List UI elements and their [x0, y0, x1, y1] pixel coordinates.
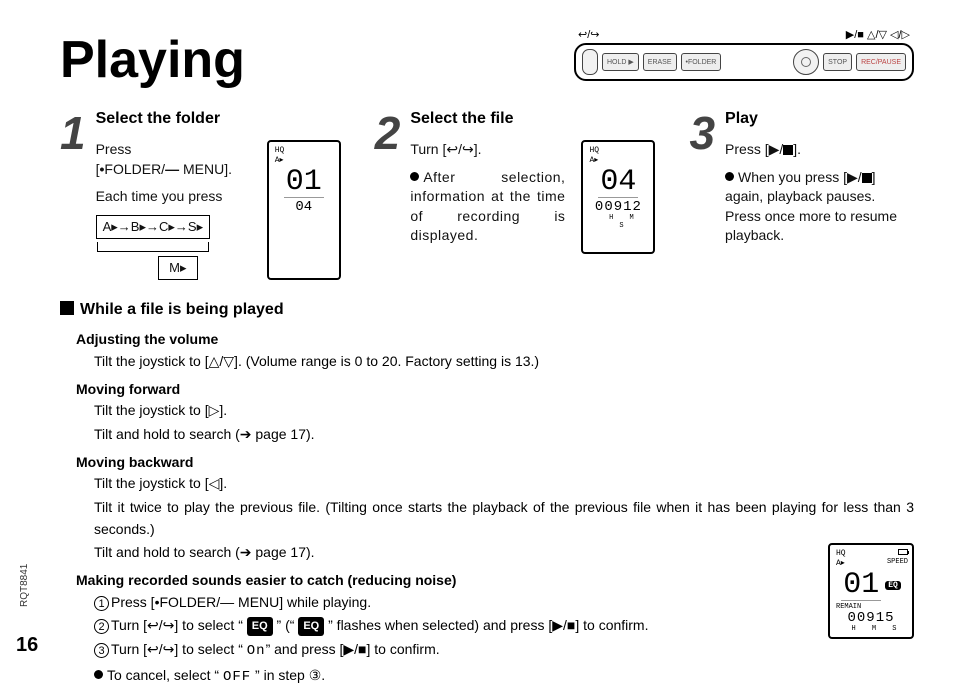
bullet-icon — [410, 172, 419, 181]
folder-button: •FOLDER — [681, 53, 722, 71]
moving-backward-title: Moving backward — [76, 452, 914, 474]
step-2: 2 Select the file Turn [↩/↪]. After sele… — [375, 110, 656, 280]
moving-forward-title: Moving forward — [76, 379, 914, 401]
joystick — [793, 49, 819, 75]
eq-badge: EQ — [247, 617, 273, 636]
bullet-icon — [94, 670, 103, 679]
step-1: 1 Select the folder Press[FOLDER/ MENU].… — [60, 110, 341, 280]
lcd3-file-num: 01 — [841, 570, 881, 601]
play-icon — [847, 168, 858, 188]
lcd-noise-example: HQ A▸ SPEED 01 EQ REMAIN 00915 H M S — [828, 543, 914, 639]
folder-cycle-diagram: A▸→B▸→C▸→S▸ M▸ — [96, 215, 249, 281]
lcd-step1: HQ A▸ 01 04 — [267, 140, 341, 280]
while-playing-header: While a file is being played — [60, 298, 914, 323]
eq-badge: EQ — [298, 617, 324, 636]
adjust-volume-title: Adjusting the volume — [76, 329, 914, 351]
hold-button: HOLD ▶ — [602, 53, 639, 71]
stop-button: STOP — [823, 53, 852, 71]
step-3-press: Press [/]. — [725, 140, 914, 160]
lcd1-hq: HQ — [275, 146, 285, 155]
moving-backward-text3: Tilt and hold to search (➔ page 17). — [94, 542, 914, 564]
lcd3-hms: H M S — [834, 625, 908, 633]
erase-button: ERASE — [643, 53, 677, 71]
steps-row: 1 Select the folder Press[FOLDER/ MENU].… — [60, 110, 914, 280]
dot-icon — [99, 161, 104, 177]
while-playing-section: While a file is being played Adjusting t… — [60, 298, 914, 688]
lcd1-folder: A▸ — [275, 155, 284, 165]
lcd3-eq-badge: EQ — [885, 581, 901, 590]
step-1-press: Press[FOLDER/ MENU]. — [96, 140, 249, 179]
lcd-step2: HQ A▸ 04 00912 H M S — [581, 140, 655, 254]
adjust-volume-text: Tilt the joystick to [△/▽]. (Volume rang… — [94, 351, 914, 373]
bullet-icon — [725, 172, 734, 181]
dash-icon — [165, 161, 179, 177]
moving-backward-text1: Tilt the joystick to [◁]. — [94, 473, 914, 495]
step-2-note: After selection, information at the time… — [410, 168, 565, 246]
play-icon — [769, 140, 780, 160]
circled-1-icon: 1 — [94, 596, 109, 611]
moving-forward-text1: Tilt the joystick to [▷]. — [94, 400, 914, 422]
step-2-title: Select the file — [410, 110, 655, 128]
moving-backward-text2: Tilt it twice to play the previous file.… — [94, 497, 914, 540]
jog-dial — [582, 49, 598, 75]
lcd2-hms: H M S — [587, 214, 649, 230]
device-bar: HOLD ▶ ERASE •FOLDER STOP REC/PAUSE — [574, 43, 914, 81]
lcd3-time: 00915 — [834, 611, 908, 625]
lcd2-hq: HQ — [589, 146, 599, 155]
noise-step2: 2Turn [↩/↪] to select “ EQ ” (“ EQ ” fla… — [94, 615, 834, 637]
lcd3-folder: A▸ — [836, 558, 845, 568]
on-segment-text: On — [247, 643, 266, 659]
step-1-number: 1 — [60, 110, 86, 280]
lcd1-file-num: 01 — [284, 167, 324, 198]
rec-pause-button: REC/PAUSE — [856, 53, 906, 71]
moving-forward-text2: Tilt and hold to search (➔ page 17). — [94, 424, 914, 446]
joystick-icon-label: ▶/■ △/▽ ◁/▷ — [846, 28, 910, 41]
device-top-illustration: ↩/↪ ▶/■ △/▽ ◁/▷ HOLD ▶ ERASE •FOLDER STO… — [574, 28, 914, 81]
stop-icon — [862, 173, 872, 183]
battery-icon — [898, 549, 908, 555]
step-2-turn: Turn [↩/↪]. — [410, 140, 565, 160]
noise-step1: 1Press [•FOLDER/— MENU] while playing. — [94, 592, 834, 614]
lcd2-folder: A▸ — [589, 155, 598, 165]
noise-step3: 3Turn [↩/↪] to select “ On” and press [▶… — [94, 639, 834, 663]
step-3: 3 Play Press [/]. When you press [/] aga… — [689, 110, 914, 280]
step-3-number: 3 — [689, 110, 715, 280]
step-3-title: Play — [725, 110, 914, 128]
jog-icon-label: ↩/↪ — [578, 28, 600, 41]
lcd2-file-num: 04 — [598, 167, 638, 198]
stop-icon — [783, 145, 793, 155]
noise-reduction-title: Making recorded sounds easier to catch (… — [76, 570, 914, 592]
circled-3-icon: 3 — [94, 643, 109, 658]
page-number: 16 — [16, 634, 38, 657]
noise-cancel: To cancel, select “ OFF ” in step ③. — [94, 665, 834, 688]
lcd3-hq: HQ — [836, 549, 846, 558]
step-1-each-time: Each time you press — [96, 187, 249, 207]
circled-2-icon: 2 — [94, 619, 109, 634]
step-2-number: 2 — [375, 110, 401, 280]
step-3-note: When you press [/] again, playback pause… — [725, 168, 914, 246]
step-1-title: Select the folder — [96, 110, 341, 128]
cycle-row-a: A▸→B▸→C▸→S▸ — [96, 215, 211, 239]
lcd3-speed: SPEED — [887, 558, 908, 568]
document-id: RQT8841 — [19, 564, 30, 607]
lcd1-total: 04 — [273, 200, 335, 214]
lcd2-time: 00912 — [587, 200, 649, 214]
cycle-row-m: M▸ — [158, 256, 197, 280]
